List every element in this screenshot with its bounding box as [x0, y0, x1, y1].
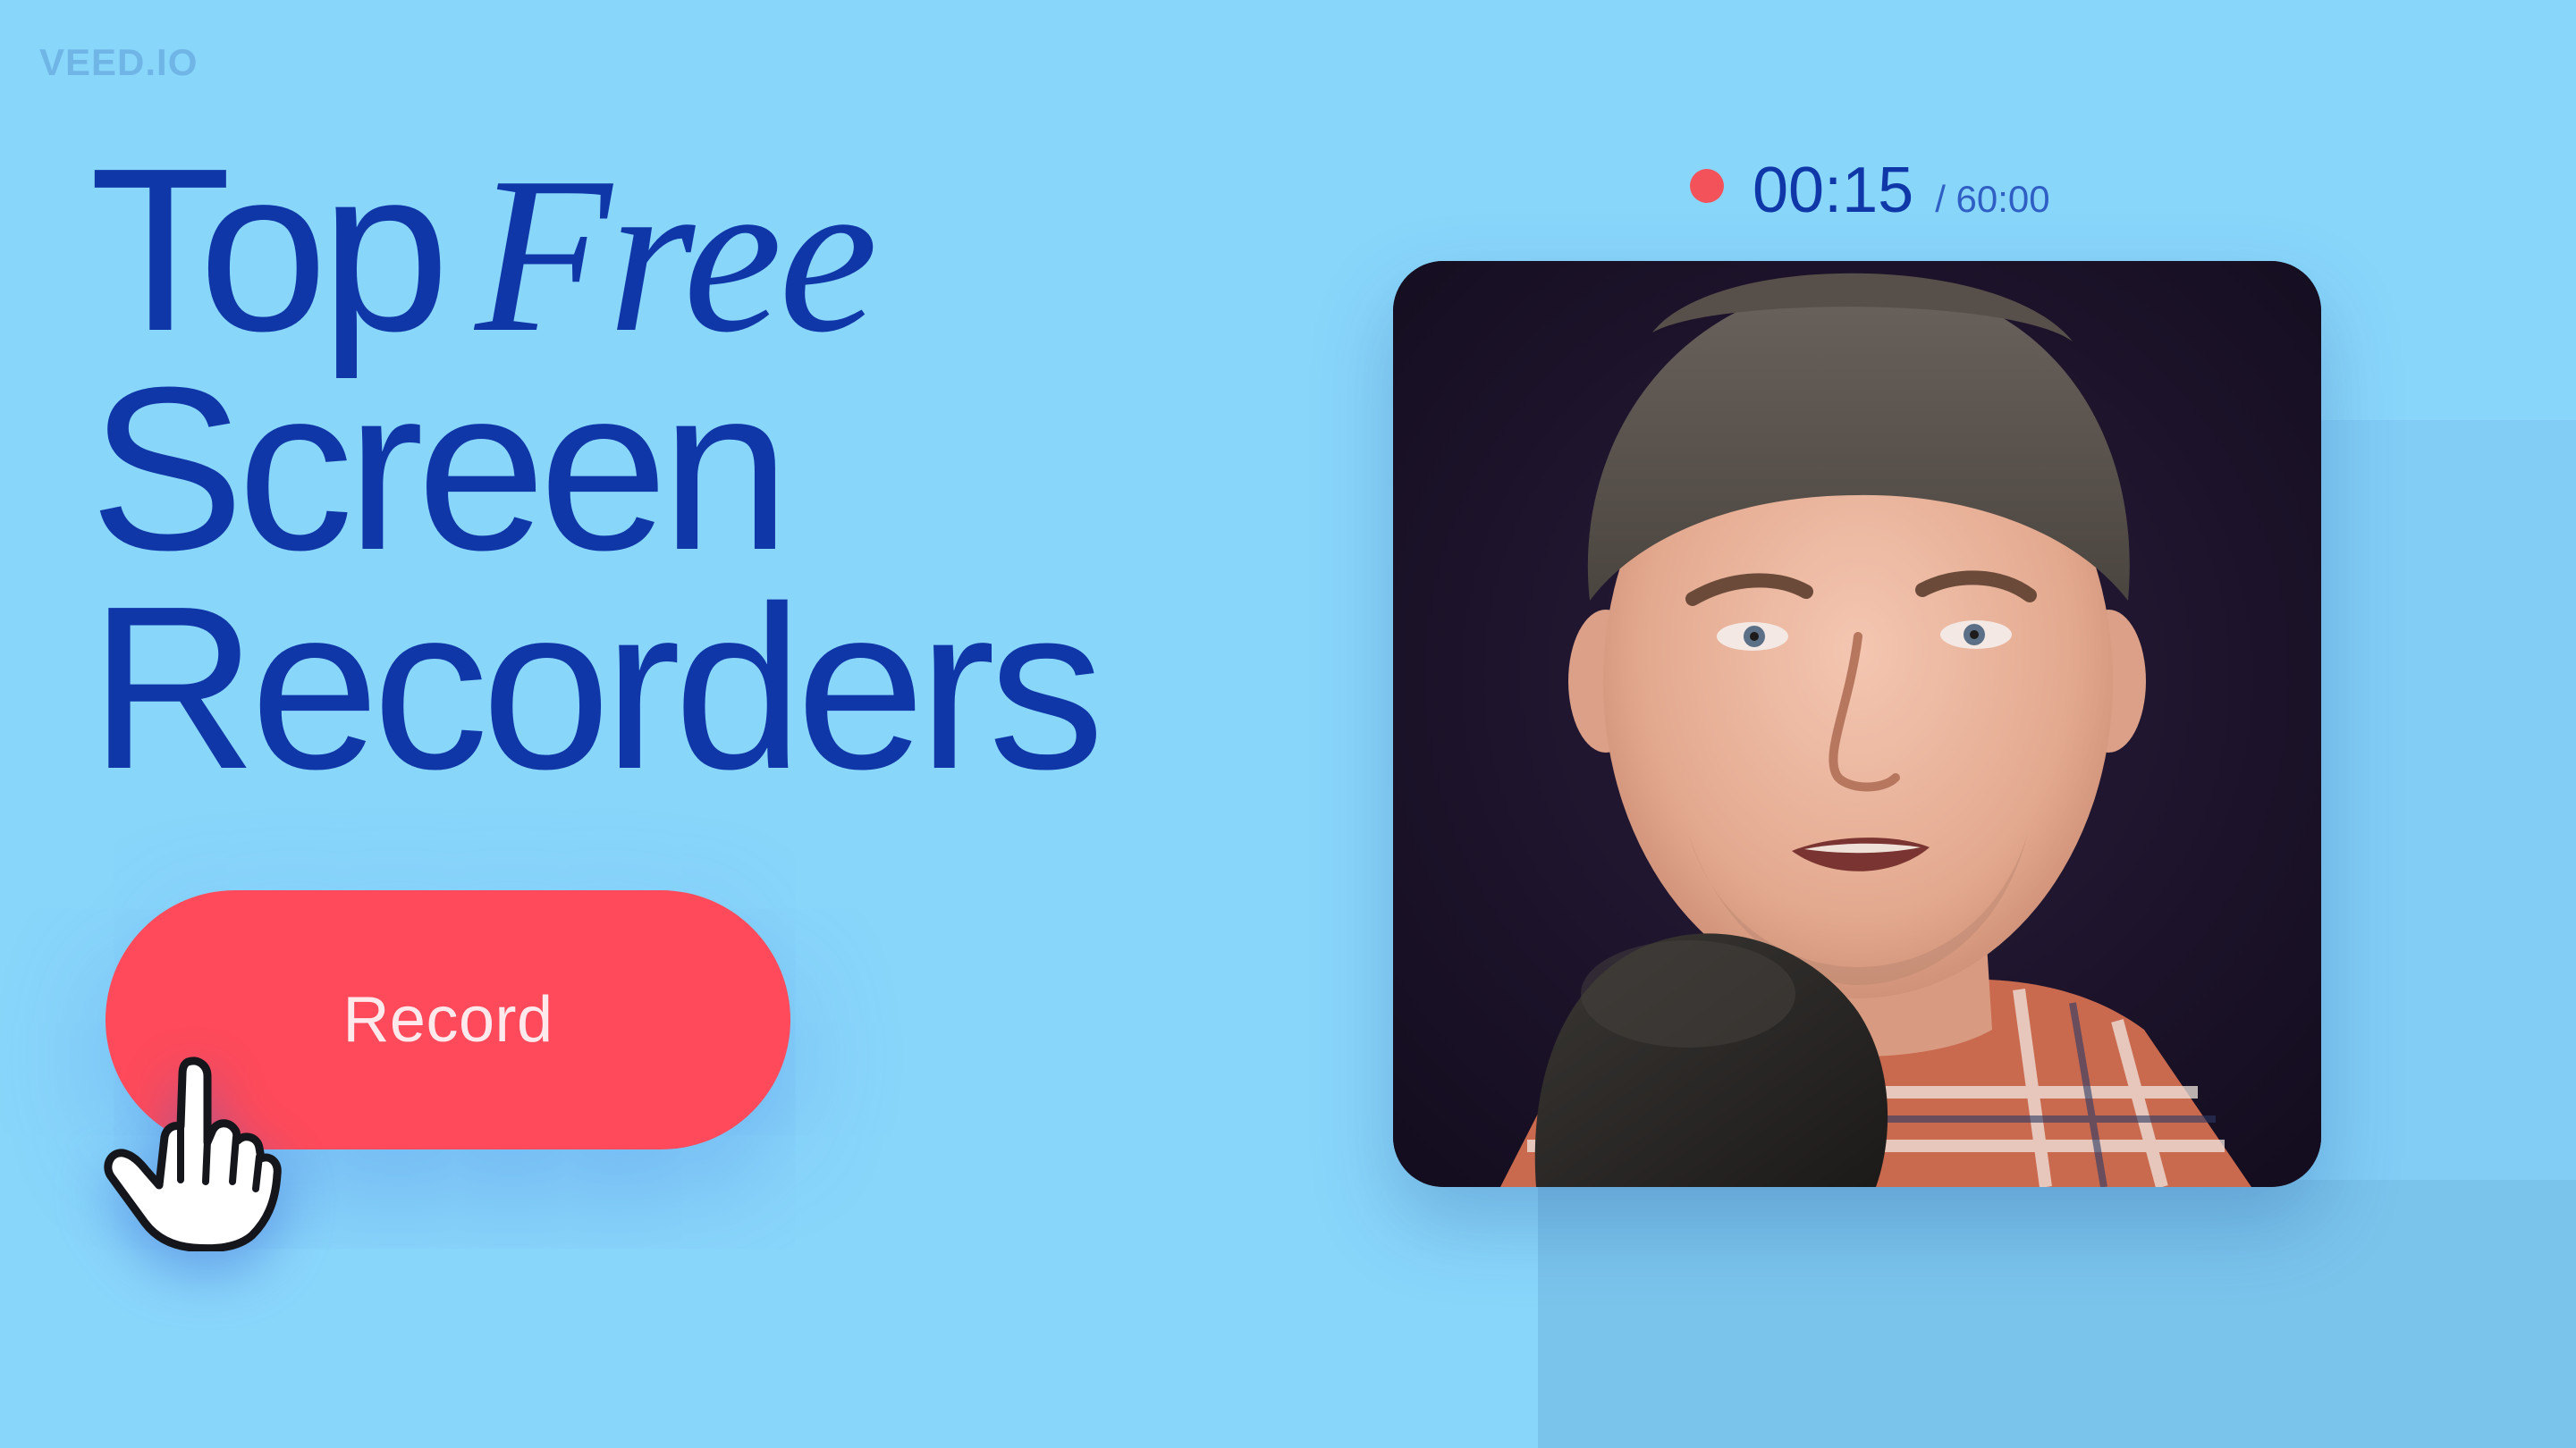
- recording-dot-icon: [1690, 169, 1724, 203]
- webcam-image: [1393, 261, 2321, 1187]
- page-title: Top Free Screen Recorders: [89, 134, 1104, 818]
- title-line-1: Top Free: [89, 134, 1097, 367]
- hand-pointer-icon: [88, 1046, 284, 1253]
- record-button-label: Record: [342, 984, 553, 1056]
- timer-elapsed: 00:15: [1753, 155, 1914, 226]
- title-line-2: Screen: [89, 340, 790, 599]
- timer-total: / 60:00: [1935, 178, 2050, 220]
- brand-logo: VEED.IO: [39, 41, 198, 83]
- recording-timer: 00:15 / 60:00: [1690, 154, 2050, 227]
- title-line-3: Recorders: [89, 559, 1104, 818]
- webcam-preview: [1393, 261, 2321, 1187]
- background-panel-lower: [1538, 1180, 2576, 1448]
